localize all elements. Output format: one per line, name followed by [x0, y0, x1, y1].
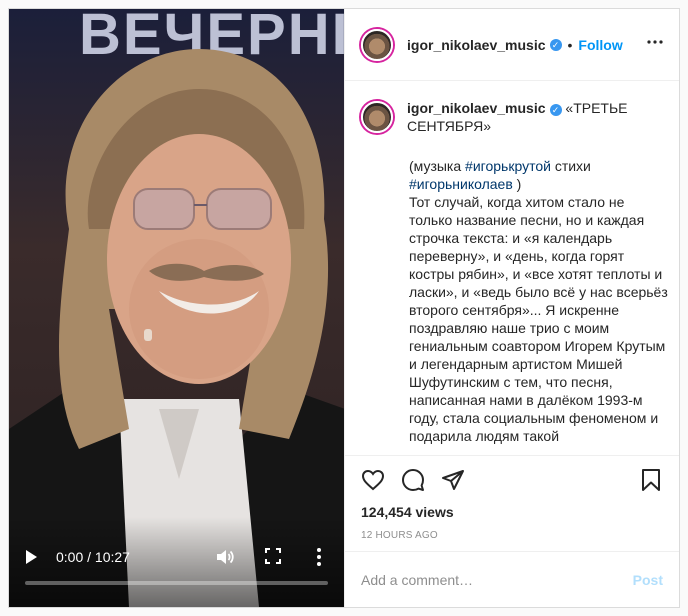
post-details-panel: igor_nikolaev_music ✓ • Follow igor_niko… — [344, 9, 679, 607]
caption-body: (музыка #игорькрутой стихи #игорьниколае… — [409, 157, 669, 445]
fullscreen-icon[interactable] — [265, 548, 281, 564]
caption-text: Тот случай, когда хитом стало не только … — [409, 194, 668, 444]
follow-button[interactable]: Follow — [578, 37, 622, 53]
share-icon[interactable] — [441, 468, 465, 492]
post-timestamp[interactable]: 12 HOURS AGO — [359, 530, 663, 541]
heart-icon[interactable] — [361, 468, 385, 492]
bookmark-icon[interactable] — [639, 468, 663, 492]
more-horizontal-icon[interactable] — [647, 39, 663, 45]
caption-line-mid: стихи — [550, 158, 591, 174]
caption-line-suffix: ) — [512, 176, 522, 192]
author-username[interactable]: igor_nikolaev_music — [407, 37, 546, 53]
post-actions-section: 124,454 views 12 HOURS AGO — [345, 455, 679, 541]
post-header: igor_nikolaev_music ✓ • Follow — [345, 9, 679, 81]
caption-header-row: igor_nikolaev_music ✓ «ТРЕТЬЕ СЕНТЯБРЯ» — [359, 99, 663, 135]
comment-form: Post — [345, 551, 679, 607]
volume-icon[interactable] — [215, 547, 235, 567]
action-bar — [359, 456, 663, 504]
views-count[interactable]: 124,454 views — [359, 504, 663, 520]
author-avatar[interactable] — [361, 28, 393, 61]
verified-icon: ✓ — [549, 104, 562, 116]
caption-author-avatar[interactable] — [361, 101, 393, 133]
caption-line-prefix: (музыка — [409, 158, 466, 174]
video-progress-bar[interactable] — [25, 581, 328, 585]
caption-scroll-area[interactable]: igor_nikolaev_music ✓ «ТРЕТЬЕ СЕНТЯБРЯ» (… — [345, 81, 679, 455]
video-controls: 0:00 / 10:27 — [9, 537, 344, 607]
hashtag-link[interactable]: #игорьниколаев — [409, 176, 513, 192]
play-icon[interactable] — [23, 549, 39, 565]
instagram-post: ВЕЧЕРНІ 0:00 / 10:27 igor_nikolaev_music… — [8, 8, 680, 608]
more-vertical-icon[interactable] — [315, 547, 323, 567]
caption-username[interactable]: igor_nikolaev_music — [407, 100, 546, 116]
separator-dot: • — [567, 36, 573, 53]
video-time: 0:00 / 10:27 — [56, 549, 130, 565]
post-comment-button[interactable]: Post — [633, 572, 663, 588]
video-player[interactable]: ВЕЧЕРНІ 0:00 / 10:27 — [9, 9, 344, 607]
comment-input[interactable] — [361, 571, 633, 588]
caption-first-line: igor_nikolaev_music ✓ «ТРЕТЬЕ СЕНТЯБРЯ» — [407, 99, 663, 135]
verified-icon: ✓ — [549, 38, 562, 51]
comment-icon[interactable] — [401, 468, 425, 492]
hashtag-link[interactable]: #игорькрутой — [465, 158, 551, 174]
